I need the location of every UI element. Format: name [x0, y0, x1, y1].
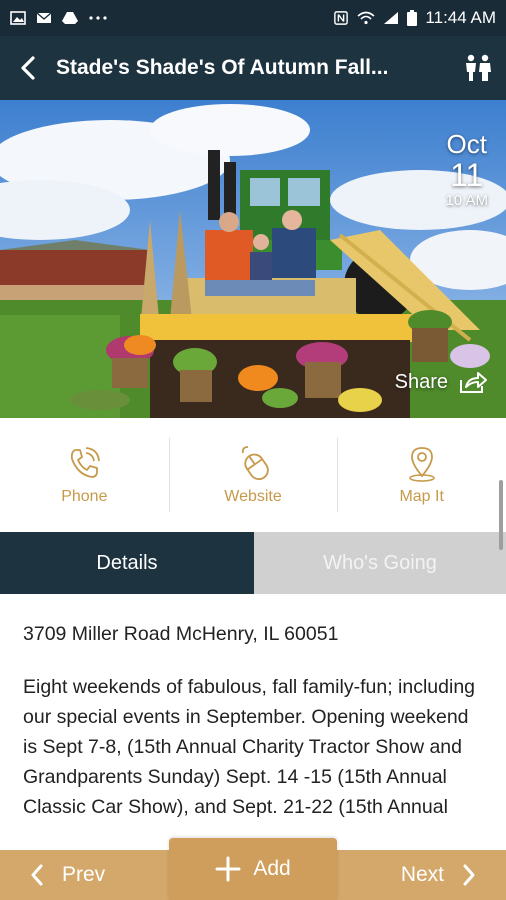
- signal-icon: [384, 12, 399, 24]
- map-pin-icon: [408, 447, 435, 482]
- event-description: Eight weekends of fabulous, fall family-…: [23, 676, 476, 818]
- nfc-icon: [334, 11, 349, 25]
- battery-icon: [407, 10, 418, 26]
- next-button[interactable]: Next: [401, 850, 506, 900]
- tab-whos-going[interactable]: Who's Going: [254, 532, 506, 594]
- event-day: 11: [450, 157, 484, 193]
- drive-icon: [62, 12, 78, 24]
- share-icon: [460, 372, 487, 393]
- event-photo: Oct 11 10 AM Share: [0, 100, 506, 418]
- action-row: Phone Website Map It: [0, 418, 506, 532]
- add-label: Add: [253, 857, 291, 880]
- add-button[interactable]: Add: [169, 838, 337, 900]
- event-address: 3709 Miller Road McHenry, IL 60051: [23, 623, 339, 645]
- website-button[interactable]: Website: [168, 418, 338, 532]
- back-button[interactable]: [0, 36, 56, 100]
- app-bar: Stade's Shade's Of Autumn Fall...: [0, 36, 506, 100]
- prev-label: Prev: [62, 863, 106, 886]
- chevron-left-icon: [31, 864, 43, 886]
- image-icon: [10, 11, 26, 25]
- tab-bar: Details Who's Going: [0, 532, 506, 594]
- status-bar: 11:44 AM: [0, 0, 506, 36]
- tab-details[interactable]: Details: [0, 532, 254, 594]
- plus-icon: [215, 856, 241, 882]
- details-content: 3709 Miller Road McHenry, IL 60051 Eight…: [0, 594, 506, 850]
- event-time: 10 AM: [445, 192, 488, 209]
- chevron-right-icon: [463, 864, 475, 886]
- phone-icon: [71, 447, 101, 478]
- website-label: Website: [224, 488, 282, 505]
- status-time: 11:44 AM: [425, 8, 496, 27]
- mail-icon: [36, 12, 52, 23]
- map-it-label: Map It: [399, 488, 444, 505]
- who-is-going-button[interactable]: [450, 36, 506, 100]
- prev-button[interactable]: Prev: [0, 850, 168, 900]
- event-month: Oct: [446, 129, 487, 159]
- phone-button[interactable]: Phone: [0, 418, 169, 532]
- share-label: Share: [394, 370, 448, 393]
- more-icon: [89, 16, 107, 20]
- mouse-icon: [241, 446, 269, 480]
- page-title: Stade's Shade's Of Autumn Fall...: [56, 56, 389, 79]
- wifi-icon: [357, 11, 375, 25]
- event-date: Oct 11 10 AM: [445, 130, 488, 210]
- next-label: Next: [400, 863, 444, 886]
- scrollbar[interactable]: [499, 480, 503, 550]
- phone-label: Phone: [61, 488, 108, 505]
- map-it-button[interactable]: Map It: [337, 418, 506, 532]
- chevron-left-icon: [21, 56, 35, 80]
- share-button[interactable]: Share: [395, 370, 488, 394]
- people-icon: [466, 54, 491, 81]
